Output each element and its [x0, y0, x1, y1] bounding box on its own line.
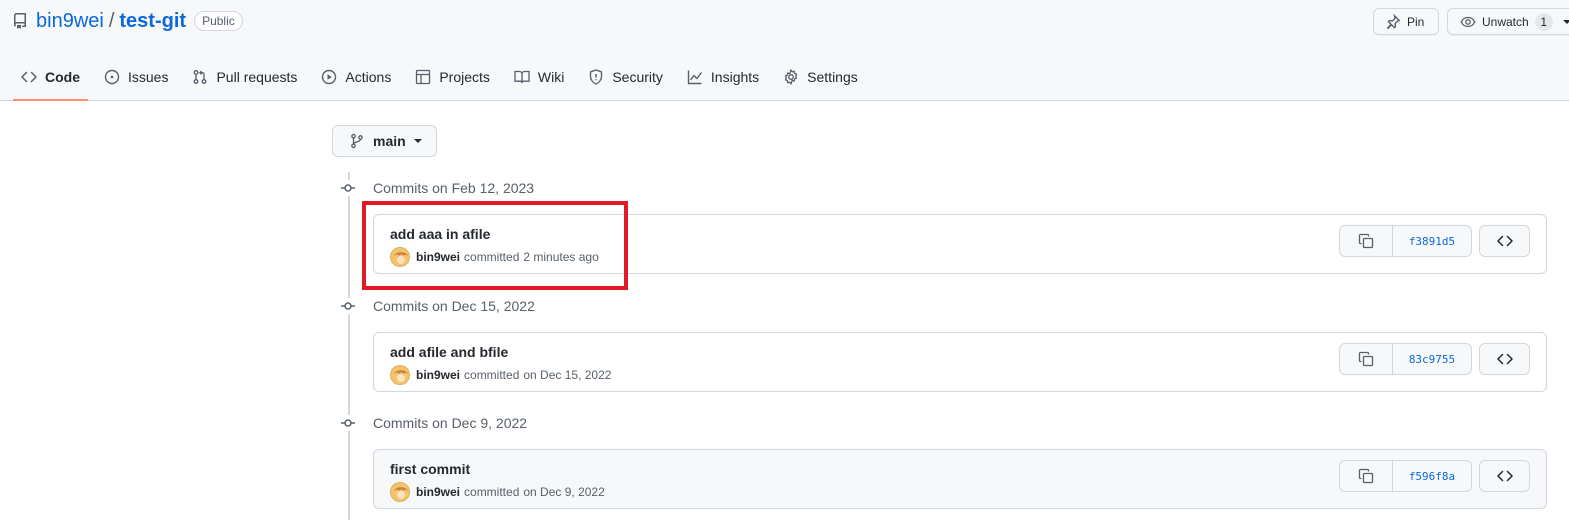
timeline-line [348, 172, 350, 520]
shield-icon [590, 69, 603, 85]
commit-sha-link[interactable]: f3891d5 [1393, 226, 1471, 256]
repo-title: bin9wei / test-git Public [12, 9, 243, 33]
copy-icon [1358, 351, 1374, 367]
commit-group-heading: Commits on Feb 12, 2023 [340, 178, 534, 198]
copy-sha-button[interactable] [1340, 344, 1393, 374]
commit-meta: bin9wei committed on Dec 9, 2022 [390, 482, 605, 502]
avatar[interactable] [390, 247, 410, 267]
commit-author-link[interactable]: bin9wei [416, 368, 460, 382]
commit-group-heading: Commits on Dec 15, 2022 [340, 296, 535, 316]
tab-label: Insights [710, 69, 760, 85]
commit-message-link[interactable]: first commit [390, 461, 470, 477]
repo-separator: / [108, 9, 115, 32]
commit-row: first commit bin9wei committed on Dec 9,… [373, 449, 1547, 509]
pin-button[interactable]: Pin [1373, 8, 1439, 35]
unwatch-label: Unwatch [1482, 14, 1529, 29]
commit-meta: bin9wei committed 2 minutes ago [390, 247, 599, 267]
browse-files-button[interactable] [1479, 343, 1530, 375]
commit-author-link[interactable]: bin9wei [416, 485, 460, 499]
commit-group-date: Commits on Dec 9, 2022 [373, 415, 528, 431]
tab-label: Settings [807, 69, 858, 85]
commit-group-date: Commits on Feb 12, 2023 [373, 180, 535, 196]
tab-actions[interactable]: Actions [313, 56, 399, 98]
graph-icon [687, 70, 702, 85]
tab-label: Issues [128, 69, 169, 85]
tab-label: Projects [439, 69, 490, 85]
branch-label: main [373, 133, 406, 149]
commit-time: on Dec 9, 2022 [523, 485, 605, 499]
tab-insights[interactable]: Insights [679, 56, 767, 98]
avatar[interactable] [390, 365, 410, 385]
tab-label: Code [45, 69, 80, 85]
gear-icon [784, 69, 798, 85]
browse-files-button[interactable] [1479, 225, 1530, 257]
book-icon [514, 70, 530, 84]
commit-group-date: Commits on Dec 15, 2022 [373, 298, 535, 314]
code-icon [1496, 235, 1513, 247]
commit-sha-link[interactable]: f596f8a [1393, 461, 1471, 491]
copy-icon [1358, 233, 1374, 249]
commit-meta: bin9wei committed on Dec 15, 2022 [390, 365, 611, 385]
commit-row: add aaa in afile bin9wei committed 2 min… [373, 214, 1547, 274]
caret-down-icon [413, 139, 422, 143]
play-icon [322, 69, 337, 85]
copy-sha-button[interactable] [1340, 226, 1393, 256]
branch-icon [351, 133, 363, 149]
repo-tabs: Code Issues Pull requests Actions Projec… [13, 56, 874, 101]
pin-label: Pin [1407, 14, 1425, 29]
pull-request-icon [194, 70, 207, 84]
pin-icon [1386, 13, 1401, 29]
tab-settings[interactable]: Settings [775, 56, 866, 98]
visibility-badge: Public [194, 11, 243, 31]
branch-select-button[interactable]: main [332, 125, 437, 157]
eye-icon [1460, 16, 1476, 27]
commit-author-link[interactable]: bin9wei [416, 250, 460, 264]
tab-label: Actions [345, 69, 392, 85]
tab-wiki[interactable]: Wiki [506, 56, 572, 98]
commit-dot-icon [340, 415, 356, 431]
watch-count: 1 [1534, 12, 1553, 31]
tab-label: Pull requests [216, 69, 298, 85]
commit-sha-group: f3891d5 [1339, 225, 1472, 257]
code-icon [1496, 470, 1513, 482]
tab-pull-requests[interactable]: Pull requests [184, 56, 305, 98]
code-icon [21, 71, 37, 83]
commit-message-link[interactable]: add aaa in afile [390, 226, 490, 242]
copy-icon [1358, 468, 1374, 484]
commit-verb: committed [464, 250, 520, 264]
issue-icon [104, 69, 120, 85]
tab-code[interactable]: Code [13, 56, 88, 101]
tab-security[interactable]: Security [580, 56, 671, 98]
commit-sha-group: 83c9755 [1339, 343, 1472, 375]
avatar[interactable] [390, 482, 410, 502]
tab-projects[interactable]: Projects [407, 56, 498, 98]
copy-sha-button[interactable] [1340, 461, 1393, 491]
commit-time: on Dec 15, 2022 [523, 368, 612, 382]
repo-owner-link[interactable]: bin9wei [36, 10, 104, 33]
repo-icon [12, 13, 28, 29]
commit-sha-link[interactable]: 83c9755 [1393, 344, 1471, 374]
chevron-down-icon [1562, 19, 1569, 24]
tab-label: Security [612, 69, 663, 85]
browse-files-button[interactable] [1479, 460, 1530, 492]
unwatch-button[interactable]: Unwatch 1 [1447, 8, 1569, 35]
repo-header: bin9wei / test-git Public Pin Unwatch 1 … [0, 0, 1569, 101]
commit-message-link[interactable]: add afile and bfile [390, 344, 508, 360]
commit-group-heading: Commits on Dec 9, 2022 [340, 413, 527, 433]
repo-name-link[interactable]: test-git [119, 10, 186, 33]
code-icon [1496, 353, 1513, 365]
commit-dot-icon [340, 180, 356, 196]
tab-issues[interactable]: Issues [96, 56, 176, 98]
commit-verb: committed [464, 368, 520, 382]
commit-row: add afile and bfile bin9wei committed on… [373, 332, 1547, 392]
table-icon [416, 69, 431, 85]
commit-verb: committed [464, 485, 520, 499]
tab-label: Wiki [537, 69, 565, 85]
commit-sha-group: f596f8a [1339, 460, 1472, 492]
commit-time: 2 minutes ago [523, 250, 599, 264]
commit-dot-icon [340, 298, 356, 314]
